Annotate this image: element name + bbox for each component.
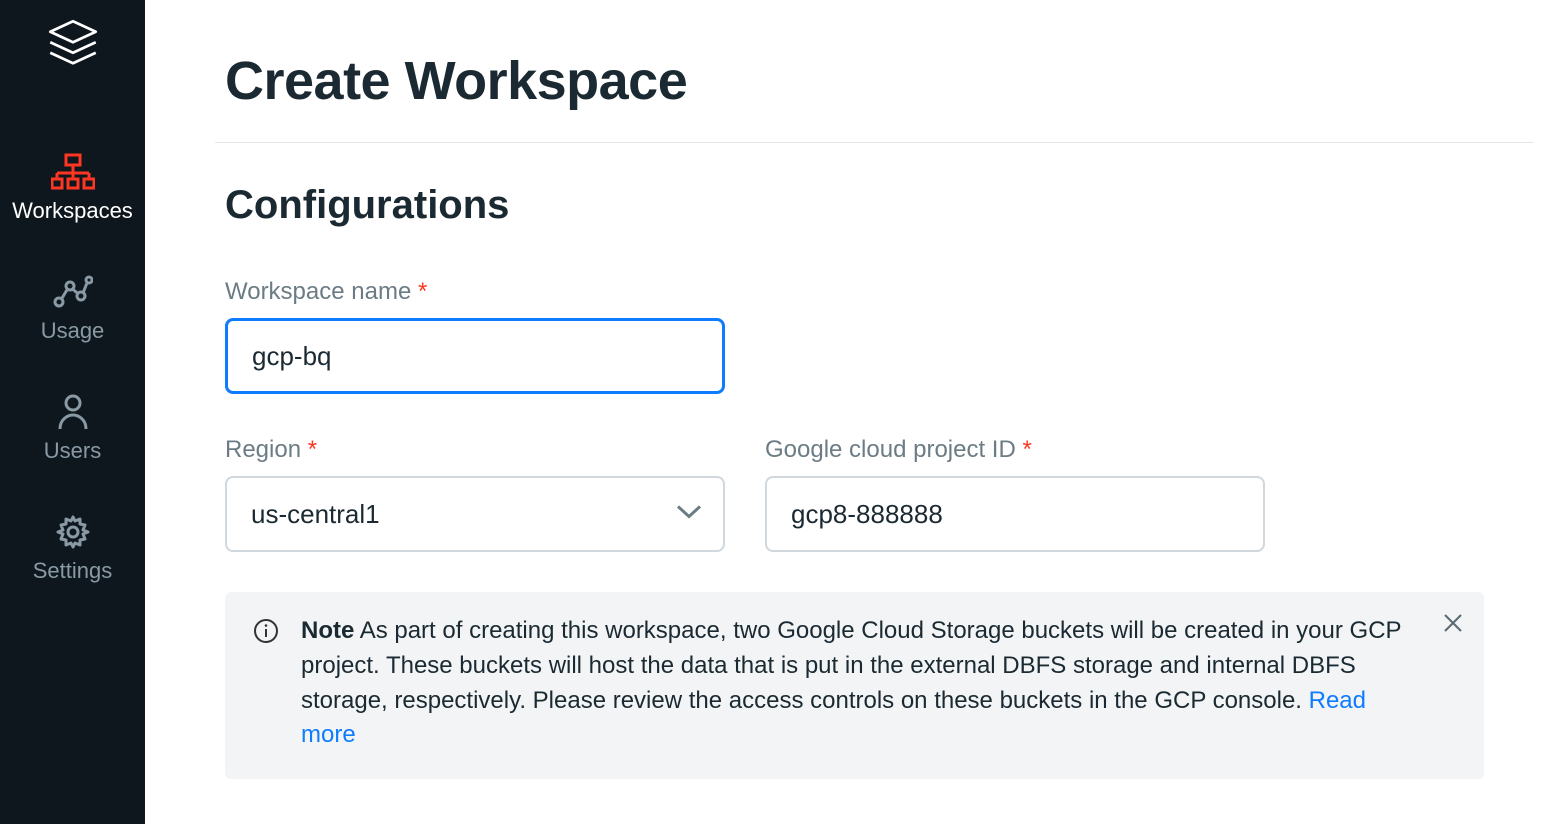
sidebar-item-label: Usage [41,318,105,344]
chevron-down-icon [675,503,703,526]
required-asterisk: * [308,436,317,463]
usage-icon [53,272,93,312]
users-icon [56,392,90,432]
section-title: Configurations [225,183,1484,228]
required-asterisk: * [1022,436,1031,463]
sidebar-item-users[interactable]: Users [0,374,145,494]
note-close-button[interactable] [1442,612,1464,639]
sidebar-item-label: Settings [33,558,113,584]
project-id-field: Google cloud project ID * [765,436,1265,552]
sidebar: Workspaces Usage Users [0,0,145,824]
region-field: Region * us-central1 [225,436,725,552]
sidebar-item-label: Users [44,438,101,464]
sidebar-item-label: Workspaces [12,198,133,224]
sidebar-item-usage[interactable]: Usage [0,254,145,374]
project-id-label: Google cloud project ID * [765,436,1265,464]
databricks-logo [43,14,103,74]
divider [215,142,1534,143]
required-asterisk: * [418,278,427,305]
region-select[interactable]: us-central1 [225,476,725,552]
info-icon [253,618,279,753]
note-body: As part of creating this workspace, two … [301,617,1401,714]
region-label: Region * [225,436,725,464]
main-content: Create Workspace Configurations Workspac… [145,0,1544,824]
workspace-name-label: Workspace name * [225,278,725,306]
gear-icon [55,512,91,552]
project-id-input[interactable] [765,476,1265,552]
sidebar-item-workspaces[interactable]: Workspaces [0,134,145,254]
page-title: Create Workspace [225,50,1484,112]
workspace-name-input[interactable] [225,318,725,394]
sidebar-item-settings[interactable]: Settings [0,494,145,614]
workspaces-icon [51,152,95,192]
info-note: Note As part of creating this workspace,… [225,592,1484,779]
workspace-name-field: Workspace name * [225,278,725,394]
region-selected-value: us-central1 [251,499,380,530]
note-text: Note As part of creating this workspace,… [301,614,1414,753]
note-prefix: Note [301,617,354,644]
